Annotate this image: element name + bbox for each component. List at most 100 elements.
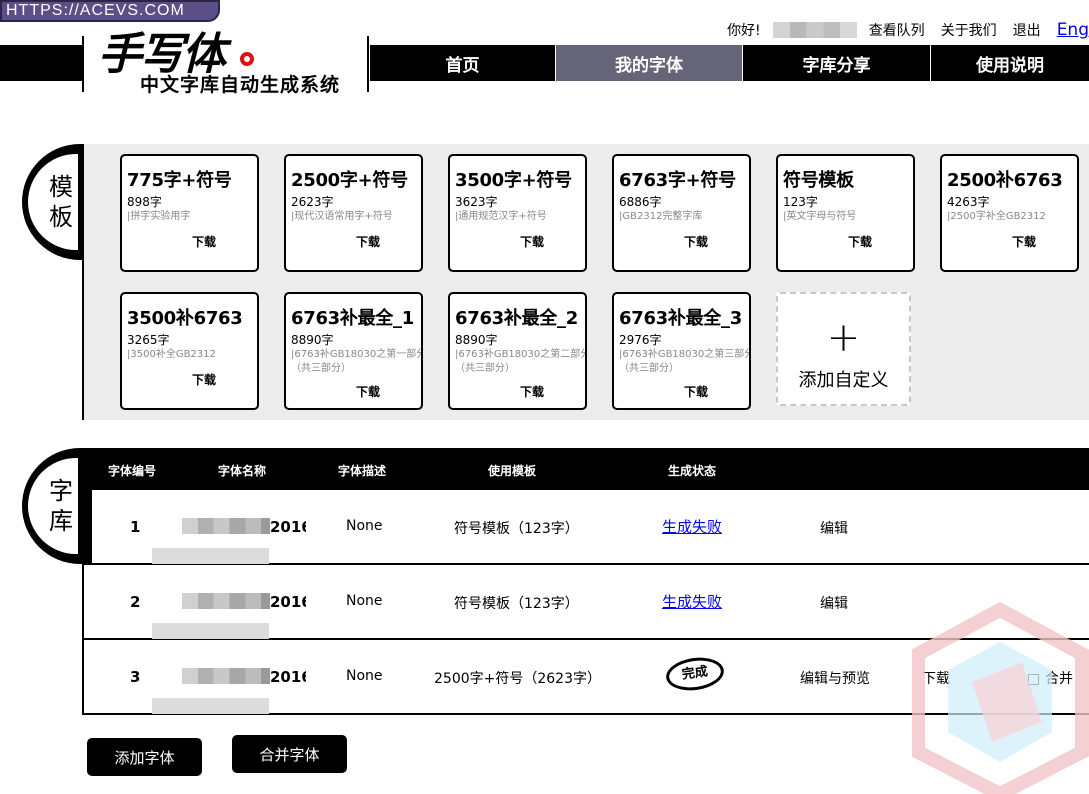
- template-count: 3265字: [127, 333, 170, 347]
- template-card[interactable]: 6763字+符号 6886字 |GB2312完整字库 下载: [612, 154, 751, 272]
- template-download-link[interactable]: 下载: [684, 383, 708, 400]
- template-count: 6886字: [619, 195, 662, 209]
- status-failed-link[interactable]: 生成失败: [662, 591, 722, 612]
- template-desc-note: （共三部分）: [455, 363, 515, 374]
- template-count: 2976字: [619, 333, 662, 347]
- col-font-desc: 字体描述: [338, 464, 387, 478]
- font-name-redacted: [182, 518, 270, 534]
- template-card[interactable]: 775字+符号 898字 |拼字实验用字 下载: [120, 154, 259, 272]
- template-download-link[interactable]: 下载: [520, 233, 544, 250]
- template-desc: |通用规范汉字+符号: [455, 211, 547, 222]
- username-redacted: [772, 22, 857, 38]
- add-font-button[interactable]: 添加字体: [87, 738, 202, 776]
- template-card[interactable]: 2500字+符号 2623字 |现代汉语常用字+符号 下载: [284, 154, 423, 272]
- library-section-label-2: 库: [49, 507, 73, 535]
- template-card[interactable]: 2500补6763 4263字 |2500字补全GB2312 下载: [940, 154, 1079, 272]
- template-download-link[interactable]: 下载: [192, 233, 216, 250]
- page-root: HTTPS://ACEVS.COM 你好! 查看队列 关于我们 退出 Eng 首…: [0, 0, 1089, 794]
- nav-my-fonts[interactable]: 我的字体: [555, 45, 742, 81]
- template-desc: |6763补GB18030之第一部分: [291, 349, 421, 360]
- template-download-link[interactable]: 下载: [848, 233, 872, 250]
- template-count: 3623字: [455, 195, 498, 209]
- font-desc: None: [346, 518, 383, 534]
- template-card[interactable]: 3500补6763 3265字 |3500补全GB2312 下载: [120, 292, 259, 410]
- template-count: 8890字: [291, 333, 334, 347]
- template-count: 123字: [783, 195, 818, 209]
- font-template: 2500字+符号（2623字）: [434, 671, 601, 687]
- template-title: 3500补6763: [127, 308, 243, 329]
- template-download-link[interactable]: 下载: [356, 383, 380, 400]
- font-id: 1: [130, 518, 141, 536]
- font-name-redacted: [182, 668, 270, 684]
- template-desc-note: （共三部分）: [619, 363, 679, 374]
- row-name-overflow: [152, 698, 269, 714]
- font-desc: None: [346, 593, 383, 609]
- nav-instructions[interactable]: 使用说明: [930, 45, 1089, 81]
- template-section-label-1: 模: [49, 173, 73, 201]
- nav-home[interactable]: 首页: [369, 45, 555, 81]
- edit-preview-link[interactable]: 编辑与预览: [800, 668, 870, 688]
- col-font-name: 字体名称: [218, 464, 267, 478]
- template-title: 6763补最全_1: [291, 308, 414, 329]
- template-title: 6763字+符号: [619, 170, 736, 191]
- col-font-id: 字体编号: [108, 464, 157, 478]
- logout-link[interactable]: 退出: [1013, 20, 1041, 40]
- nav-font-share[interactable]: 字库分享: [742, 45, 930, 81]
- watermark-url-badge: HTTPS://ACEVS.COM: [0, 0, 220, 22]
- template-card[interactable]: 6763补最全_2 8890字 |6763补GB18030之第二部分 （共三部分…: [448, 292, 587, 410]
- template-card[interactable]: 3500字+符号 3623字 |通用规范汉字+符号 下载: [448, 154, 587, 272]
- font-name-suffix: 2016: [270, 593, 306, 611]
- font-desc: None: [346, 668, 383, 684]
- template-title: 6763补最全_2: [455, 308, 578, 329]
- about-link[interactable]: 关于我们: [941, 20, 997, 40]
- template-card[interactable]: 6763补最全_3 2976字 |6763补GB18030之第三部分 （共三部分…: [612, 292, 751, 410]
- template-desc: |GB2312完整字库: [619, 211, 703, 222]
- font-name-redacted: [182, 593, 270, 609]
- queue-link[interactable]: 查看队列: [869, 20, 925, 40]
- english-link[interactable]: Eng: [1057, 20, 1089, 40]
- watermark-cube-icon: [912, 602, 1089, 794]
- edit-link[interactable]: 编辑: [820, 518, 848, 538]
- plus-icon: +: [826, 315, 861, 361]
- template-download-link[interactable]: 下载: [192, 371, 216, 388]
- template-download-link[interactable]: 下载: [520, 383, 544, 400]
- template-desc: |2500字补全GB2312: [947, 211, 1046, 222]
- template-desc: |拼字实验用字: [127, 211, 191, 222]
- add-custom-template-button[interactable]: + 添加自定义: [776, 292, 911, 406]
- template-desc: |3500补全GB2312: [127, 349, 216, 360]
- add-custom-label: 添加自定义: [798, 370, 889, 391]
- template-desc: |现代汉语常用字+符号: [291, 211, 393, 222]
- template-desc: |英文字母与符号: [783, 211, 857, 222]
- font-id: 2: [130, 593, 141, 611]
- template-card[interactable]: 6763补最全_1 8890字 |6763补GB18030之第一部分 （共三部分…: [284, 292, 423, 410]
- font-id: 3: [130, 668, 141, 686]
- edit-link[interactable]: 编辑: [820, 593, 848, 613]
- row-name-overflow: [152, 548, 269, 564]
- col-status: 生成状态: [668, 464, 717, 478]
- template-count: 8890字: [455, 333, 498, 347]
- site-logo[interactable]: 手写体 中文字库自动生成系统: [82, 29, 369, 96]
- template-download-link[interactable]: 下载: [356, 233, 380, 250]
- library-section-label-1: 字: [49, 477, 73, 505]
- template-title: 符号模板: [783, 170, 854, 191]
- font-template: 符号模板（123字）: [454, 521, 579, 537]
- greeting-text: 你好!: [727, 23, 761, 39]
- template-desc: |6763补GB18030之第三部分: [619, 349, 749, 360]
- template-panel: 775字+符号 898字 |拼字实验用字 下载 2500字+符号 2623字 |…: [82, 144, 1089, 420]
- complete-stamp-icon: 完成: [664, 654, 726, 694]
- top-user-bar: 你好! 查看队列 关于我们 退出 Eng: [727, 18, 1089, 42]
- template-count: 898字: [127, 195, 162, 209]
- status-failed-link[interactable]: 生成失败: [662, 516, 722, 537]
- template-count: 4263字: [947, 195, 990, 209]
- template-download-link[interactable]: 下载: [684, 233, 708, 250]
- template-title: 3500字+符号: [455, 170, 572, 191]
- table-header: 字体编号 字体名称 字体描述 使用模板 生成状态: [84, 448, 1089, 490]
- template-section-label-2: 板: [49, 203, 73, 231]
- font-name-suffix: 2016: [270, 668, 306, 686]
- template-download-link[interactable]: 下载: [1012, 233, 1036, 250]
- merge-font-button[interactable]: 合并字体: [232, 735, 347, 773]
- template-title: 6763补最全_3: [619, 308, 742, 329]
- template-card[interactable]: 符号模板 123字 |英文字母与符号 下载: [776, 154, 915, 272]
- template-desc: |6763补GB18030之第二部分: [455, 349, 585, 360]
- font-name-suffix: 2016: [270, 518, 306, 536]
